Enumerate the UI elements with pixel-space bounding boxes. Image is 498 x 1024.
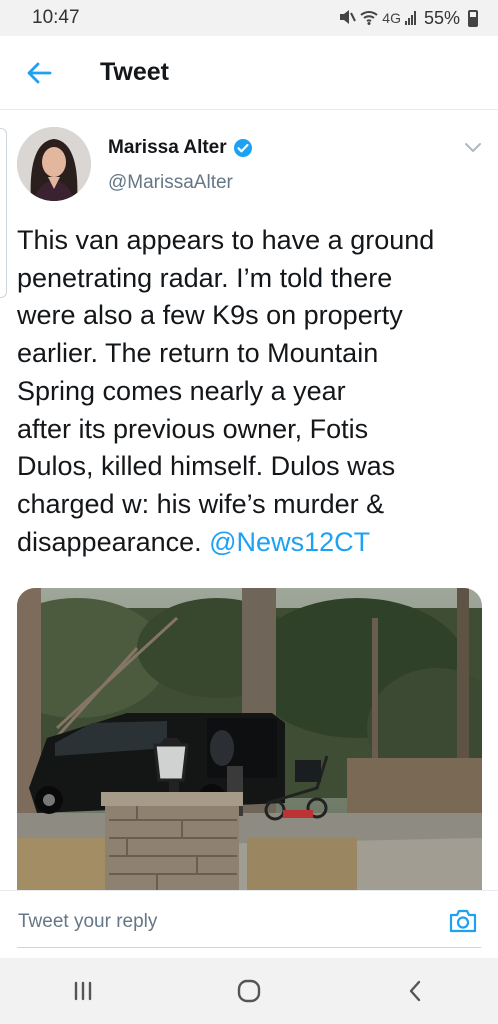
back-arrow-icon <box>27 62 52 83</box>
tweet-author: Marissa Alter @MarissaAlter <box>0 111 498 211</box>
author-name-row: Marissa Alter <box>108 137 253 159</box>
home-button[interactable] <box>209 961 289 1021</box>
avatar[interactable] <box>17 127 91 201</box>
reply-input[interactable]: Tweet your reply <box>18 911 157 933</box>
camera-button[interactable] <box>448 908 478 939</box>
chevron-down-icon <box>465 143 481 153</box>
signal-icon <box>404 11 416 25</box>
reply-underline <box>17 947 481 948</box>
status-bar: 10:47 4G 55% <box>0 0 498 36</box>
screen: 10:47 4G 55% Tweet Marissa Alter @Mariss… <box>0 0 498 1024</box>
system-nav-bar <box>0 958 498 1024</box>
chevron-left-icon <box>409 980 421 1002</box>
camera-icon <box>449 909 477 933</box>
tweet-body: This van appears to have a ground penetr… <box>17 225 435 557</box>
tweet-text: This van appears to have a ground penetr… <box>17 222 487 561</box>
recent-apps-button[interactable] <box>43 961 123 1021</box>
back-nav-button[interactable] <box>375 961 455 1021</box>
app-header: Tweet <box>0 36 498 110</box>
page-title: Tweet <box>100 58 169 86</box>
tweet-photo[interactable] <box>17 588 482 890</box>
tweet-menu-button[interactable] <box>464 141 482 159</box>
wifi-icon <box>360 9 378 28</box>
mute-icon <box>338 9 357 28</box>
back-button[interactable] <box>0 36 78 110</box>
reply-bar: Tweet your reply <box>0 890 498 958</box>
home-icon <box>237 979 261 1003</box>
network-type-label: 4G <box>382 10 401 26</box>
verified-badge-icon <box>233 139 252 157</box>
status-time: 10:47 <box>32 7 80 28</box>
status-right: 4G 55% <box>338 8 478 29</box>
recent-apps-icon <box>74 981 92 1001</box>
status-icons: 4G <box>338 9 416 28</box>
author-handle[interactable]: @MarissaAlter <box>108 172 233 194</box>
author-name[interactable]: Marissa Alter <box>108 137 227 159</box>
battery-icon <box>468 9 478 27</box>
mention-link[interactable]: @News12CT <box>209 527 370 557</box>
battery-percent: 55% <box>423 7 460 28</box>
tweet-photo-image <box>17 588 482 890</box>
